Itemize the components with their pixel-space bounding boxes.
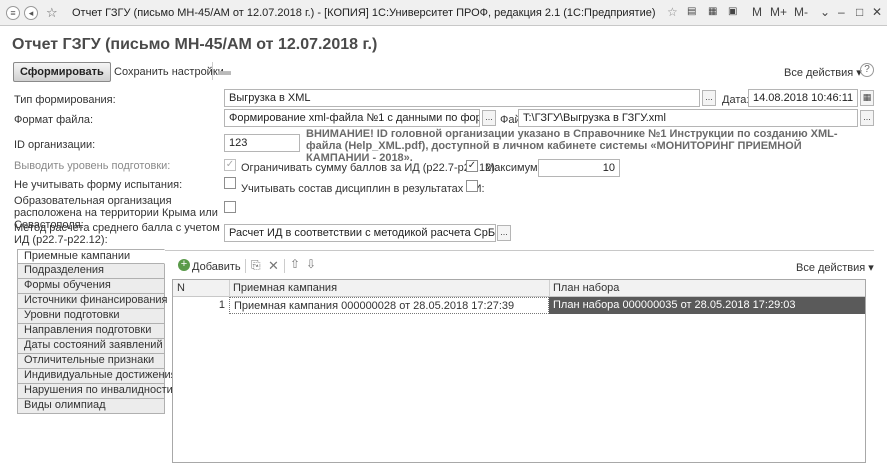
org-id-field[interactable]: 123: [224, 134, 300, 152]
tab-study-forms[interactable]: Формы обучения: [17, 279, 165, 294]
tab-application-dates[interactable]: Даты состояний заявлений: [17, 339, 165, 354]
help-button[interactable]: ?: [860, 63, 874, 77]
column-header-n[interactable]: N: [173, 280, 229, 297]
memory-m-button[interactable]: M: [752, 5, 762, 19]
avg-method-field[interactable]: Расчет ИД в соответствии с методикой рас…: [224, 224, 496, 242]
tab-disability-violations[interactable]: Нарушения по инвалидности: [17, 384, 173, 399]
date-label: Дата:: [722, 94, 750, 106]
type-field[interactable]: Выгрузка в XML: [224, 89, 700, 107]
print-icon[interactable]: ▬: [218, 63, 231, 78]
window-titlebar: ≡ ◂ ☆ Отчет ГЗГУ (письмо МН-45/АМ от 12.…: [0, 0, 887, 26]
type-select-button[interactable]: ...: [702, 90, 716, 106]
maximize-icon[interactable]: □: [856, 5, 863, 19]
generate-button[interactable]: Сформировать: [13, 62, 111, 82]
prep-level-checkbox[interactable]: ✓: [224, 159, 236, 171]
close-icon[interactable]: ✕: [872, 5, 882, 19]
avg-method-label: Метод расчета среднего балла с учетом ИД…: [14, 222, 220, 246]
tab-individual-achievements[interactable]: Индивидуальные достижения: [17, 369, 177, 384]
delete-icon[interactable]: ✕: [268, 258, 279, 274]
max-label: Максимум:: [485, 162, 541, 174]
org-id-label: ID организации:: [14, 139, 96, 151]
plan-cell[interactable]: План набора 000000035 от 28.05.2018 17:2…: [549, 297, 865, 314]
avg-method-select-button[interactable]: ...: [497, 225, 511, 241]
ignore-form-checkbox[interactable]: [224, 177, 236, 189]
file-field[interactable]: T:\ГЗГУ\Выгрузка в ГЗГУ.xml: [518, 109, 858, 127]
tab-olympiad-types[interactable]: Виды олимпиад: [17, 399, 165, 414]
favorite-icon[interactable]: ☆: [667, 5, 678, 19]
grid-all-actions-menu[interactable]: Все действия ▾: [796, 261, 874, 274]
back-icon[interactable]: ◂: [24, 6, 38, 20]
page-title: Отчет ГЗГУ (письмо МН-45/АМ от 12.07.201…: [12, 36, 378, 53]
move-up-icon[interactable]: ⇧: [290, 257, 300, 271]
limit-sum-checkbox[interactable]: ✓: [466, 160, 478, 172]
column-divider: [549, 280, 550, 297]
grid-toolbar-divider-2: [284, 259, 285, 273]
toolbar-divider: [212, 62, 213, 80]
star-icon[interactable]: ☆: [46, 5, 58, 21]
campaign-cell[interactable]: Приемная кампания 000000028 от 28.05.201…: [229, 297, 549, 314]
dropdown-icon[interactable]: ⌄: [820, 5, 830, 19]
campaigns-table[interactable]: N Приемная кампания План набора 1 Приемн…: [172, 279, 866, 463]
format-field[interactable]: Формирование xml-файла №1 с данными по ф…: [224, 109, 480, 127]
tab-admission-campaigns[interactable]: Приемные кампании: [17, 249, 165, 264]
memory-minus-button[interactable]: M-: [794, 5, 808, 19]
tab-training-levels[interactable]: Уровни подготовки: [17, 309, 165, 324]
grid-toolbar-divider: [245, 259, 246, 273]
row-number: 1: [218, 299, 225, 311]
menu-icon[interactable]: ≡: [6, 6, 20, 20]
all-actions-label: Все действия: [784, 67, 854, 79]
add-button[interactable]: Добавить: [192, 261, 241, 273]
memory-plus-button[interactable]: M+: [770, 5, 787, 19]
save-settings-button[interactable]: Сохранить настройки: [114, 66, 224, 78]
minimize-icon[interactable]: –: [838, 5, 845, 19]
tab-training-directions[interactable]: Направления подготовки: [17, 324, 165, 339]
column-header-campaign[interactable]: Приемная кампания: [229, 280, 549, 297]
limit-sum-label: Ограничивать сумму баллов за ИД (р22.7-р…: [241, 162, 498, 174]
column-divider: [229, 280, 230, 297]
grid-all-actions-label: Все действия: [796, 262, 866, 274]
prep-level-label: Выводить уровень подготовки:: [14, 160, 171, 172]
table-row[interactable]: 1 Приемная кампания 000000028 от 28.05.2…: [173, 297, 865, 314]
move-down-icon[interactable]: ⇩: [306, 257, 316, 271]
discipline-checkbox[interactable]: [466, 180, 478, 192]
copy-icon[interactable]: ⎘: [251, 258, 261, 273]
calendar-picker-icon[interactable]: ▦: [860, 90, 874, 106]
add-icon[interactable]: +: [178, 259, 190, 271]
tabs-panel-border: [165, 250, 874, 251]
table-header: N Приемная кампания План набора: [173, 280, 865, 297]
calc-icon[interactable]: ▦: [708, 5, 717, 19]
tab-departments[interactable]: Подразделения: [17, 264, 165, 279]
tab-distinctive-features[interactable]: Отличительные признаки: [17, 354, 165, 369]
format-select-button[interactable]: ...: [482, 110, 496, 126]
format-label: Формат файла:: [14, 114, 94, 126]
type-label: Тип формирования:: [14, 94, 116, 106]
crimea-checkbox[interactable]: [224, 201, 236, 213]
tab-funding-sources[interactable]: Источники финансирования: [17, 294, 168, 309]
ignore-form-label: Не учитывать форму испытания:: [14, 179, 183, 191]
discipline-label: Учитывать состав дисциплин в результатах…: [241, 183, 485, 195]
column-header-plan[interactable]: План набора: [549, 280, 865, 297]
file-select-button[interactable]: ...: [860, 110, 874, 126]
calendar-icon[interactable]: ▣: [728, 5, 737, 19]
max-field[interactable]: 10: [538, 159, 620, 177]
doc-icon[interactable]: ▤: [687, 5, 696, 19]
date-field[interactable]: 14.08.2018 10:46:11: [748, 89, 858, 107]
all-actions-menu[interactable]: Все действия ▾: [784, 66, 862, 79]
window-title: Отчет ГЗГУ (письмо МН-45/АМ от 12.07.201…: [72, 7, 656, 19]
